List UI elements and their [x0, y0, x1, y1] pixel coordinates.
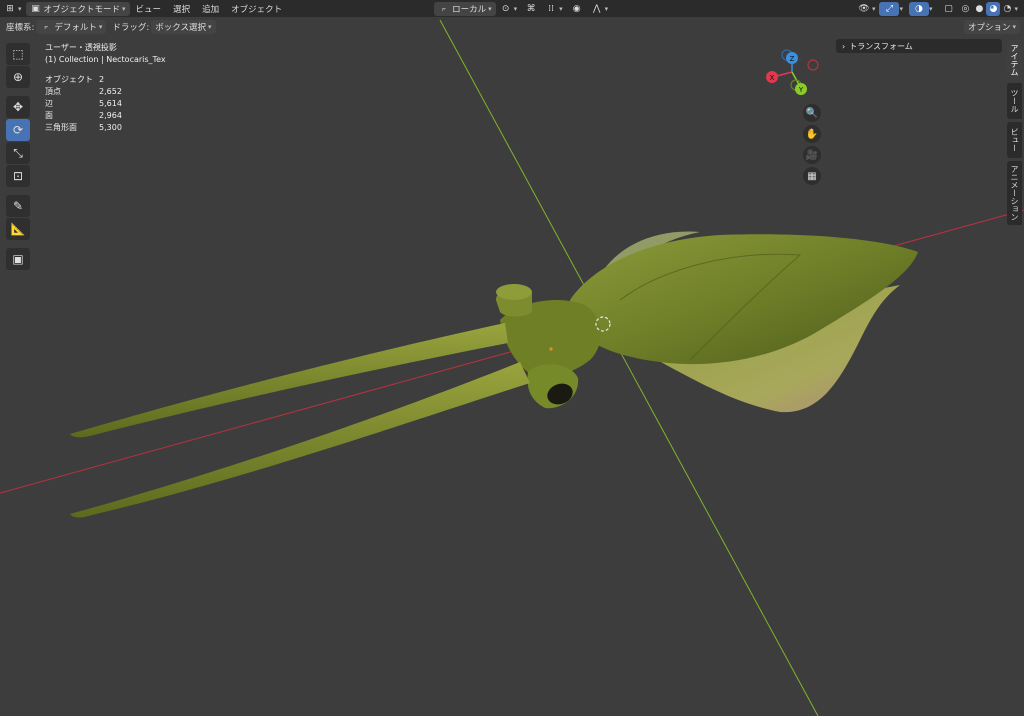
stat-row: 面 2,964 — [45, 110, 122, 122]
pan-button[interactable]: ✋ — [803, 125, 821, 143]
select-box-icon: ⬚ — [12, 47, 24, 61]
stat-label: 三角形面 — [45, 123, 77, 132]
gizmo-y: Y — [798, 86, 804, 94]
tab-tool[interactable]: ツール — [1007, 83, 1022, 119]
viewport-scene: Z X Y — [0, 19, 1024, 716]
eye-stalk-top-cap — [496, 284, 532, 300]
stat-label: オブジェクト — [45, 75, 93, 84]
viewport-info: ユーザー・透視投影 (1) Collection | Nectocaris_Te… — [45, 42, 166, 66]
tool-measure[interactable]: 📐 — [6, 218, 30, 240]
scene-statistics: オブジェクト 2 頂点 2,652 辺 5,614 面 2,964 三角形面 5,300 — [45, 74, 122, 134]
chevron-right-icon: › — [842, 41, 846, 51]
stat-value: 2,652 — [99, 87, 122, 96]
camera-view-button[interactable]: 🎥 — [803, 146, 821, 164]
tab-item[interactable]: アイテム — [1007, 40, 1022, 80]
grid-icon: ▦ — [807, 170, 817, 182]
tool-add-cube[interactable]: ▣ — [6, 248, 30, 270]
tool-select-box[interactable]: ⬚ — [6, 43, 30, 65]
stat-row: 三角形面 5,300 — [45, 122, 122, 134]
tool-transform[interactable]: ⊡ — [6, 165, 30, 187]
tool-rotate[interactable]: ⟳ — [6, 119, 30, 141]
navigation-gizmo: Z X Y — [766, 49, 819, 95]
stat-value: 2,964 — [99, 111, 122, 120]
stat-row: オブジェクト 2 — [45, 74, 122, 86]
zoom-button[interactable]: 🔍 — [803, 104, 821, 122]
move-icon: ✥ — [12, 100, 24, 114]
tab-view[interactable]: ビュー — [1007, 122, 1022, 158]
hand-icon: ✋ — [805, 128, 819, 140]
ortho-toggle-button[interactable]: ▦ — [803, 167, 821, 185]
arm-upper — [70, 323, 508, 438]
stat-row: 頂点 2,652 — [45, 86, 122, 98]
rotate-icon: ⟳ — [12, 123, 24, 137]
stat-label: 辺 — [45, 99, 53, 108]
view-name: ユーザー・透視投影 — [45, 43, 117, 52]
transform-icon: ⊡ — [12, 169, 24, 183]
sidebar-tabs: アイテム ツール ビュー アニメーション — [1007, 40, 1022, 228]
stat-label: 頂点 — [45, 87, 61, 96]
collection-name: (1) Collection | Nectocaris_Tex — [45, 55, 166, 64]
stat-value: 5,614 — [99, 99, 122, 108]
tool-move[interactable]: ✥ — [6, 96, 30, 118]
tool-shelf: ⬚ ⊕ ✥ ⟳ ⤡ ⊡ ✎ 📐 ▣ — [6, 42, 34, 271]
tool-annotate[interactable]: ✎ — [6, 195, 30, 217]
stat-label: 面 — [45, 111, 53, 120]
zoom-icon: 🔍 — [805, 107, 819, 119]
gizmo-z: Z — [790, 55, 795, 63]
transform-label: トランスフォーム — [849, 41, 913, 51]
tool-scale[interactable]: ⤡ — [6, 142, 30, 164]
measure-icon: 📐 — [10, 222, 26, 236]
add-cube-icon: ▣ — [12, 252, 24, 266]
stat-row: 辺 5,614 — [45, 98, 122, 110]
tab-animation[interactable]: アニメーション — [1007, 161, 1022, 225]
camera-icon: 🎥 — [805, 149, 819, 161]
stat-value: 5,300 — [99, 123, 122, 132]
stat-value: 2 — [99, 75, 105, 84]
cursor-icon: ⊕ — [12, 70, 24, 84]
transform-panel-header[interactable]: › トランスフォーム — [836, 39, 1002, 53]
annotate-icon: ✎ — [12, 199, 24, 213]
tool-cursor[interactable]: ⊕ — [6, 66, 30, 88]
gizmo-x: X — [770, 74, 775, 82]
scale-icon: ⤡ — [13, 145, 23, 160]
origin-dot — [549, 347, 553, 351]
3d-viewport[interactable]: Z X Y — [0, 19, 1024, 716]
